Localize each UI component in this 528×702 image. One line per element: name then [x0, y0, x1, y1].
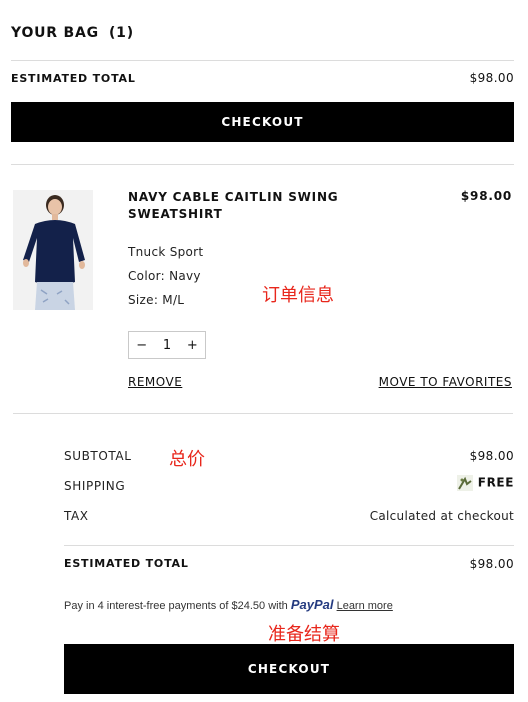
model-sweatshirt-image — [13, 190, 93, 310]
checkout-button-top[interactable]: CHECKOUT — [11, 102, 514, 142]
estimated-total-label: ESTIMATED TOTAL — [64, 557, 189, 570]
paypal-logo: PayPal — [290, 597, 334, 612]
annotation-ready: 准备结算 — [268, 624, 340, 645]
top-estimated-total-label: ESTIMATED TOTAL — [11, 72, 136, 85]
plus-icon[interactable]: + — [180, 338, 205, 353]
tax-value: Calculated at checkout — [369, 509, 514, 523]
product-price: $98.00 — [460, 189, 512, 203]
divider — [13, 413, 513, 414]
bag-title-text: YOUR BAG — [11, 25, 99, 41]
product-brand: Tnuck Sport — [128, 245, 204, 259]
free-shipping-icon — [456, 475, 473, 491]
divider — [64, 545, 514, 546]
shipping-label: SHIPPING — [64, 479, 126, 493]
divider — [11, 60, 514, 61]
move-to-favorites-link[interactable]: MOVE TO FAVORITES — [379, 375, 512, 389]
minus-icon[interactable]: − — [129, 338, 154, 353]
product-color: Color: Navy — [128, 269, 201, 283]
bag-title: YOUR BAG (1) — [11, 25, 134, 41]
quantity-stepper: − 1 + — [128, 331, 206, 359]
estimated-total-value: $98.00 — [469, 557, 514, 571]
quantity-value[interactable]: 1 — [154, 338, 179, 353]
annotation-total: 总价 — [169, 449, 205, 470]
shipping-value: FREE — [456, 475, 514, 491]
checkout-button-label: CHECKOUT — [247, 662, 331, 676]
paypal-message: Pay in 4 interest-free payments of $24.5… — [64, 597, 393, 612]
subtotal-label: SUBTOTAL — [64, 449, 132, 463]
subtotal-value: $98.00 — [469, 449, 514, 463]
bag-count: (1) — [108, 25, 134, 41]
paypal-message-text: Pay in 4 interest-free payments of $24.5… — [64, 600, 288, 612]
divider — [11, 164, 514, 165]
product-size: Size: M/L — [128, 293, 185, 307]
product-image[interactable] — [13, 190, 93, 310]
product-name[interactable]: NAVY CABLE CAITLIN SWING SWEATSHIRT — [128, 189, 358, 223]
learn-more-link[interactable]: Learn more — [337, 600, 393, 612]
tax-label: TAX — [64, 509, 89, 523]
checkout-button-bottom[interactable]: CHECKOUT — [64, 644, 514, 694]
annotation-order-info: 订单信息 — [262, 285, 334, 306]
remove-link[interactable]: REMOVE — [128, 375, 182, 389]
checkout-button-label: CHECKOUT — [221, 115, 304, 129]
top-estimated-total-value: $98.00 — [469, 71, 514, 85]
shipping-free-text: FREE — [477, 475, 514, 490]
